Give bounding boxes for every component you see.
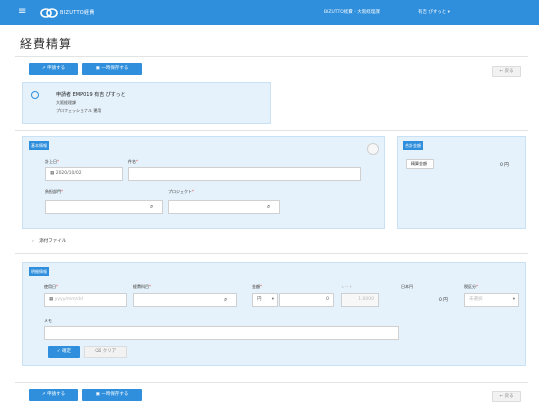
- confirm-button[interactable]: ✓ 確定: [48, 346, 80, 358]
- detail-panel: 明細情報 使用日* ▦ yyyy/mm/dd 経費科目* ⌕ 金額* 円 ▾ 0…: [22, 262, 526, 366]
- total-tag: 合計金額: [403, 141, 423, 150]
- brand-name[interactable]: BIZUTTO経費: [60, 9, 95, 16]
- back-arrow-icon: ←: [499, 69, 504, 74]
- apply-label: 申請する: [47, 392, 66, 397]
- section-divider: [15, 130, 528, 131]
- title-divider: [15, 56, 528, 57]
- reimbursement-label: 精算金額: [406, 159, 434, 169]
- save-temp-label: 一時保存する: [101, 66, 129, 71]
- clear-button[interactable]: ⌫ クリア: [84, 346, 127, 358]
- subject-label: 件名*: [128, 159, 138, 164]
- currency-select[interactable]: 円 ▾: [252, 293, 278, 307]
- back-label: 戻る: [504, 394, 514, 399]
- tax-select[interactable]: 未選択 ▾: [464, 293, 519, 307]
- amount-label: 金額*: [252, 284, 262, 289]
- confirm-label: 確定: [62, 349, 72, 354]
- currency-value: 円: [257, 297, 262, 302]
- dept-search-icon[interactable]: ⌕: [150, 201, 162, 213]
- expand-arrow-icon: ›: [32, 239, 34, 244]
- attachment-divider: [15, 253, 528, 254]
- rate-label: レート: [341, 284, 353, 289]
- dept-input[interactable]: [45, 200, 163, 214]
- back-button-footer[interactable]: ← 戻る: [492, 391, 521, 402]
- back-button[interactable]: ← 戻る: [492, 66, 521, 77]
- use-date-placeholder: yyyy/mm/dd: [54, 297, 83, 302]
- dept-label: 負担部門*: [45, 189, 63, 194]
- save-temp-label: 一時保存する: [101, 392, 129, 397]
- tenant-label: BIZUTTO経費 - 大阪経理課: [324, 10, 380, 15]
- apply-button-footer[interactable]: ↗ 申請する: [29, 389, 78, 401]
- save-icon: ▣: [95, 392, 100, 397]
- eraser-icon: ⌫: [94, 349, 102, 354]
- expense-search-icon[interactable]: ⌕: [224, 294, 236, 306]
- basic-info-tag: 基本情報: [29, 141, 49, 150]
- jpy-value: 0 円: [439, 298, 448, 303]
- send-icon: ↗: [41, 66, 46, 71]
- date-label: 計上日*: [45, 159, 59, 164]
- apply-label: 申請する: [47, 66, 66, 71]
- reimbursement-value: 0 円: [500, 163, 509, 168]
- subject-input[interactable]: [128, 167, 361, 181]
- applicant-card: 申請者 EMP019 有吉 ぴすっと 大阪経理課 プロフェッショナル 運用: [22, 82, 271, 124]
- calendar-icon: ▦: [49, 297, 54, 302]
- memo-input[interactable]: [44, 326, 399, 340]
- detail-tag: 明細情報: [29, 267, 49, 276]
- applicant-department: 大阪経理課: [56, 100, 76, 105]
- project-input[interactable]: [168, 200, 280, 214]
- applicant-role: プロフェッショナル 運用: [56, 108, 102, 113]
- apply-button[interactable]: ↗ 申請する: [29, 63, 78, 75]
- rate-input[interactable]: 1.0000: [341, 293, 379, 307]
- date-input[interactable]: ▦ 2020/10/02: [45, 167, 123, 181]
- user-icon: [31, 91, 39, 99]
- chevron-down-icon: ▾: [512, 297, 515, 302]
- use-date-input[interactable]: ▦ yyyy/mm/dd: [44, 293, 127, 307]
- use-date-label: 使用日*: [44, 284, 58, 289]
- jpy-label: 日本円: [401, 284, 413, 289]
- chevron-down-icon: ▾: [271, 297, 274, 302]
- hamburger-menu-icon[interactable]: ≡: [18, 4, 26, 20]
- check-icon: ✓: [56, 349, 61, 354]
- attachment-toggle[interactable]: › 添付ファイル: [32, 238, 66, 244]
- back-label: 戻る: [504, 69, 514, 74]
- calendar-icon: ▦: [50, 171, 55, 176]
- total-panel: 合計金額 精算金額 0 円: [397, 136, 526, 229]
- send-icon: ↗: [41, 392, 46, 397]
- basic-info-panel: 基本情報 計上日* ▦ 2020/10/02 件名* 負担部門* ⌕ プロジェク…: [22, 136, 385, 229]
- amount-input[interactable]: 0: [279, 293, 334, 307]
- project-label: プロジェクト*: [168, 189, 194, 194]
- lock-icon[interactable]: [367, 143, 379, 155]
- save-temp-button-footer[interactable]: ▣ 一時保存する: [82, 389, 142, 401]
- memo-label: メモ: [44, 318, 52, 323]
- project-search-icon[interactable]: ⌕: [267, 201, 279, 213]
- logo-icon: [40, 8, 58, 18]
- tax-placeholder: 未選択: [469, 297, 483, 302]
- date-value: 2020/10/02: [55, 171, 82, 176]
- expense-label: 経費科目*: [133, 284, 151, 289]
- save-temp-button[interactable]: ▣ 一時保存する: [82, 63, 142, 75]
- back-arrow-icon: ←: [499, 394, 504, 399]
- footer-divider: [15, 382, 528, 383]
- tax-label: 税区分*: [464, 284, 478, 289]
- user-menu[interactable]: 有吉 ぴすっと ▾: [418, 9, 450, 15]
- applicant-name: 申請者 EMP019 有吉 ぴすっと: [56, 92, 126, 98]
- expense-input[interactable]: [133, 293, 237, 307]
- clear-label: クリア: [102, 349, 117, 354]
- save-icon: ▣: [95, 66, 100, 71]
- attachment-label: 添付ファイル: [39, 239, 67, 244]
- top-navigation-bar: ≡ BIZUTTO経費 BIZUTTO経費 - 大阪経理課 有吉 ぴすっと ▾: [0, 0, 539, 25]
- page-title: 経費精算: [20, 37, 73, 51]
